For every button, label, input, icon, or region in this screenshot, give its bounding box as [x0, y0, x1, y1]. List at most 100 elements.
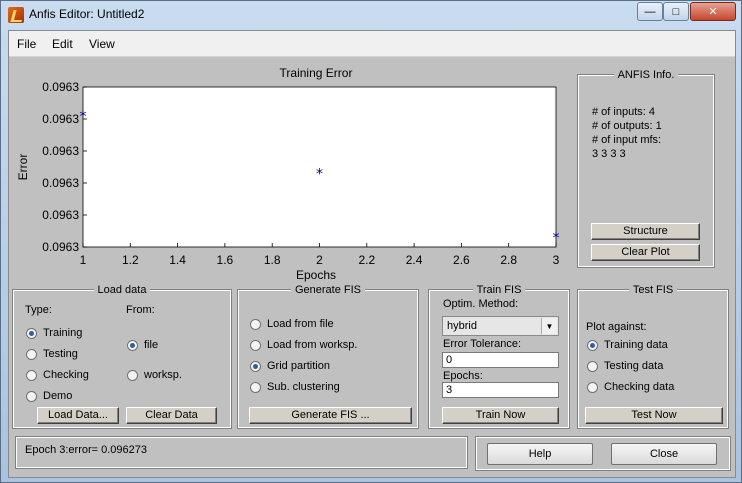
x-tick-label: 2.8 [500, 253, 517, 267]
radio-test-testing-data-label: Testing data [604, 360, 664, 372]
anfis-info-panel: ANFIS Info. # of inputs: 4 # of outputs:… [577, 69, 715, 268]
generate-fis-title: Generate FIS [290, 284, 366, 296]
x-tick-label: 3 [553, 253, 560, 267]
train-fis-panel: Train FIS Optim. Method: hybrid ▼ Error … [428, 284, 570, 429]
data-point-marker: * [316, 166, 323, 182]
optim-method-label: Optim. Method: [443, 298, 519, 310]
generate-fis-panel: Generate FIS Load from file Load from wo… [237, 284, 419, 429]
radio-grid-partition[interactable] [250, 361, 261, 372]
radio-load-from-file[interactable] [250, 319, 261, 330]
minimize-button[interactable]: — [637, 2, 663, 21]
error-tolerance-label: Error Tolerance: [443, 338, 522, 350]
radio-type-training[interactable] [26, 328, 37, 339]
client-area: File Edit View Training Error 1 1.2 1.4 1.6… [8, 30, 736, 478]
y-axis-label: Error [16, 154, 30, 181]
chart-title: Training Error [280, 66, 353, 80]
radio-from-workspace-label: worksp. [144, 369, 182, 381]
load-data-title: Load data [93, 284, 151, 296]
train-now-button[interactable]: Train Now [442, 407, 559, 424]
radio-load-from-workspace-label: Load from worksp. [267, 339, 358, 351]
radio-from-file[interactable] [127, 340, 138, 351]
clear-data-button[interactable]: Clear Data [126, 407, 217, 424]
epochs-label: Epochs: [443, 370, 483, 382]
train-fis-title: Train FIS [472, 284, 526, 296]
info-inputs: # of inputs: 4 [592, 106, 655, 118]
x-tick-label: 2.2 [358, 253, 375, 267]
radio-grid-partition-label: Grid partition [267, 360, 330, 372]
error-tolerance-input[interactable]: 0 [442, 352, 559, 368]
info-outputs: # of outputs: 1 [592, 120, 662, 132]
title-bar[interactable]: Anfis Editor: Untitled2 — □ ✕ [1, 1, 741, 29]
help-button[interactable]: Help [487, 443, 593, 465]
radio-load-from-file-label: Load from file [267, 318, 334, 330]
y-tick-label: 0.0963 [42, 80, 79, 94]
optim-method-select[interactable]: hybrid ▼ [442, 316, 559, 336]
close-button[interactable]: Close [611, 443, 717, 465]
anfis-editor-window: Anfis Editor: Untitled2 — □ ✕ File Edit … [0, 0, 742, 483]
load-data-panel: Load data Type: From: Training Testing C… [12, 284, 232, 429]
matlab-logo-icon [8, 7, 24, 23]
x-tick-label: 2 [316, 253, 323, 267]
load-data-button[interactable]: Load Data... [37, 407, 119, 424]
training-error-chart: Training Error 1 1.2 1.4 1.6 1.8 2 2.2 2.4 2.6 2.… [16, 66, 560, 282]
radio-type-testing-label: Testing [43, 348, 78, 360]
data-point-marker: * [553, 230, 560, 246]
x-tick-label: 2.4 [406, 253, 423, 267]
y-tick-label: 0.0963 [42, 112, 79, 126]
radio-sub-clustering-label: Sub. clustering [267, 381, 340, 393]
plot-against-label: Plot against: [586, 321, 647, 333]
menu-view[interactable]: View [89, 37, 115, 51]
y-tick-label: 0.0963 [42, 176, 79, 190]
status-bar: Epoch 3:error= 0.096273 [15, 436, 468, 469]
radio-test-testing-data[interactable] [587, 361, 598, 372]
radio-type-checking[interactable] [26, 370, 37, 381]
radio-test-training-data-label: Training data [604, 339, 668, 351]
generate-fis-button[interactable]: Generate FIS ... [249, 407, 412, 424]
test-fis-panel: Test FIS Plot against: Training data Tes… [577, 284, 729, 429]
radio-sub-clustering[interactable] [250, 382, 261, 393]
y-tick-label: 0.0963 [42, 208, 79, 222]
y-axis-ticks: 0.0963 0.0963 0.0963 0.0963 0.0963 0.0963 [42, 80, 87, 254]
radio-type-demo-label: Demo [43, 390, 73, 402]
radio-test-checking-data[interactable] [587, 382, 598, 393]
from-label: From: [126, 304, 155, 316]
info-input-mfs: # of input mfs: [592, 134, 662, 146]
radio-type-demo[interactable] [26, 391, 37, 402]
radio-type-testing[interactable] [26, 349, 37, 360]
epochs-input[interactable]: 3 [442, 382, 559, 398]
menu-edit[interactable]: Edit [52, 37, 73, 51]
close-window-button[interactable]: ✕ [690, 2, 736, 21]
structure-button[interactable]: Structure [591, 223, 700, 240]
radio-type-checking-label: Checking [43, 369, 89, 381]
type-label: Type: [25, 304, 52, 316]
clear-plot-button[interactable]: Clear Plot [591, 244, 700, 261]
x-tick-label: 1 [80, 253, 87, 267]
test-fis-title: Test FIS [628, 284, 678, 296]
maximize-icon: □ [672, 5, 680, 18]
radio-from-file-label: file [144, 339, 159, 351]
x-tick-label: 1.8 [264, 253, 281, 267]
status-text: Epoch 3:error= 0.096273 [25, 444, 148, 456]
x-tick-label: 1.4 [169, 253, 186, 267]
menu-bar: File Edit View [9, 31, 735, 57]
footer-button-panel: Help Close [475, 436, 731, 471]
test-now-button[interactable]: Test Now [585, 407, 723, 424]
minimize-icon: — [644, 5, 656, 18]
menu-file[interactable]: File [17, 37, 36, 51]
info-mfs-values: 3 3 3 3 [592, 148, 626, 160]
radio-from-workspace[interactable] [127, 370, 138, 381]
close-icon: ✕ [708, 6, 718, 18]
radio-test-training-data[interactable] [587, 340, 598, 351]
window-title: Anfis Editor: Untitled2 [29, 7, 145, 21]
data-point-marker: * [80, 109, 87, 125]
radio-test-checking-data-label: Checking data [604, 381, 675, 393]
radio-type-training-label: Training [43, 327, 83, 339]
x-tick-label: 2.6 [453, 253, 470, 267]
maximize-button[interactable]: □ [663, 2, 689, 21]
y-tick-label: 0.0963 [42, 144, 79, 158]
x-tick-label: 1.6 [217, 253, 234, 267]
x-axis-label: Epochs [296, 268, 336, 282]
radio-load-from-workspace[interactable] [250, 340, 261, 351]
x-tick-label: 1.2 [122, 253, 139, 267]
y-tick-label: 0.0963 [42, 240, 79, 254]
